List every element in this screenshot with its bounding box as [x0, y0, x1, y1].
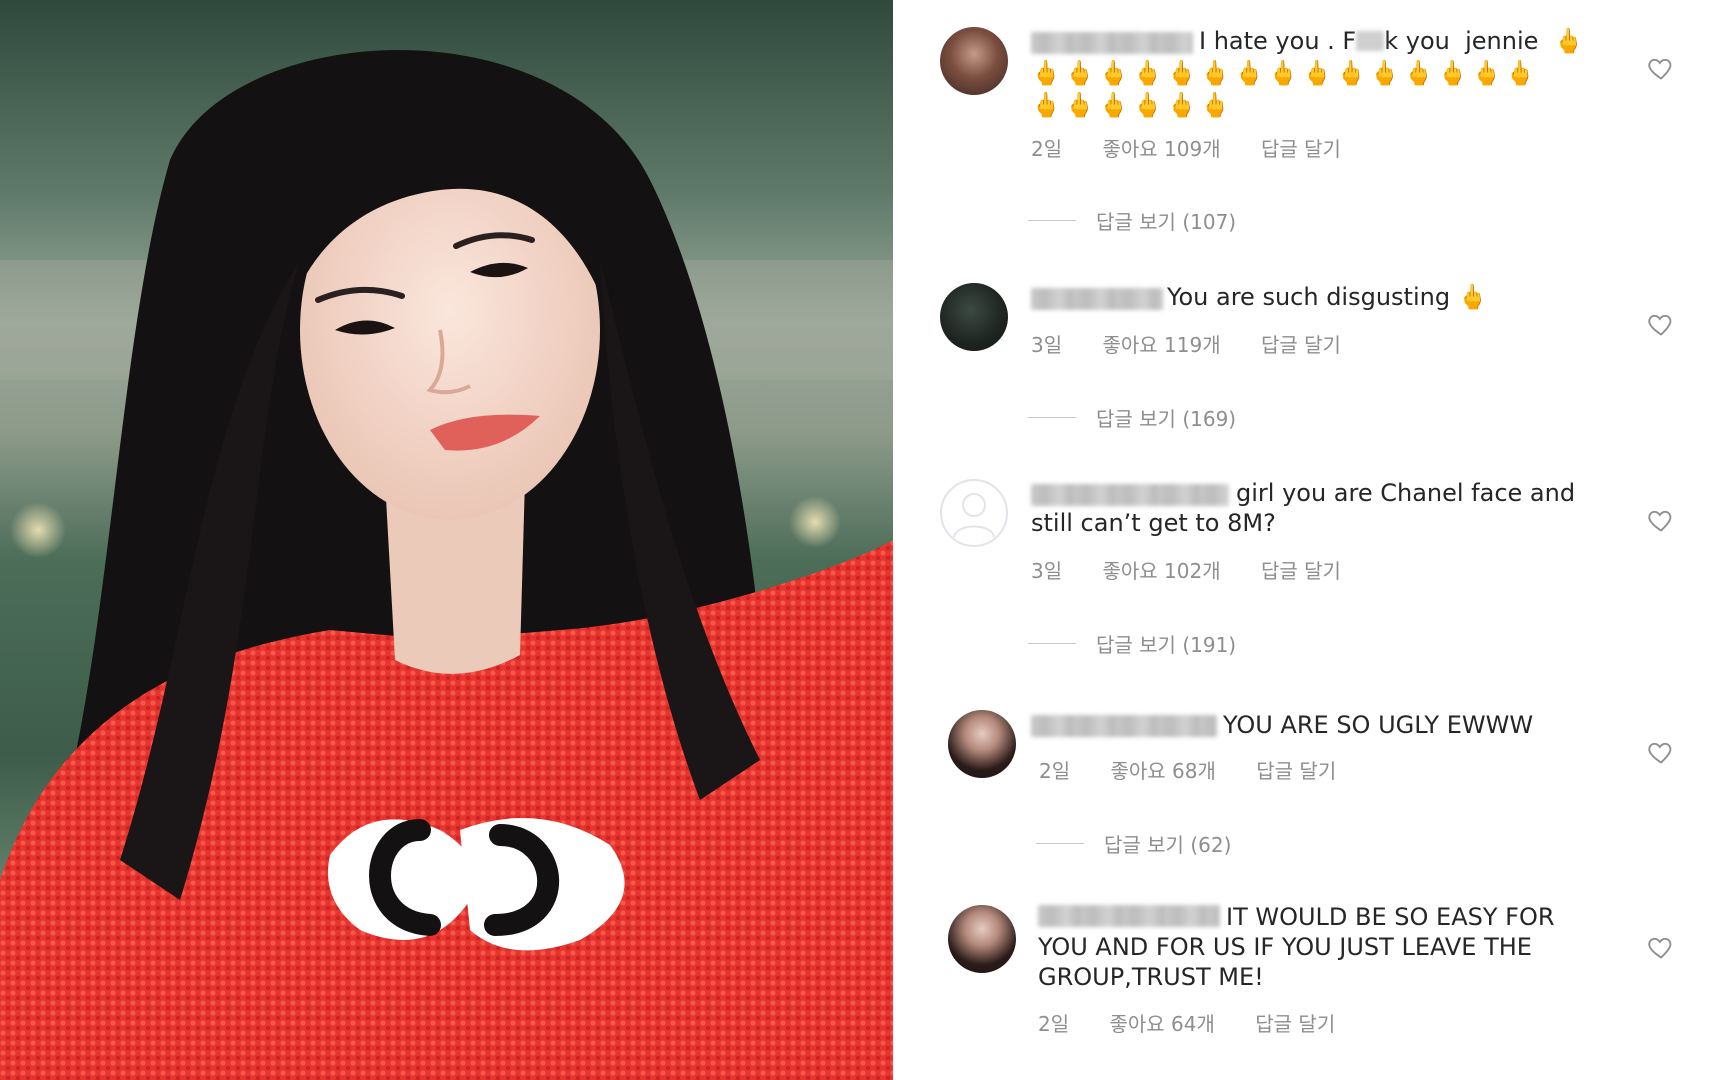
reply-button[interactable]: 답글 달기	[1261, 555, 1341, 584]
heart-icon[interactable]	[1647, 310, 1675, 338]
like-count[interactable]: 좋아요 68개	[1110, 755, 1215, 784]
emoji-line: 🖕🖕🖕🖕🖕🖕	[1031, 91, 1235, 119]
blurred-username[interactable]	[1031, 484, 1229, 506]
comment-meta: 2일 좋아요 109개 답글 달기	[1031, 133, 1375, 162]
view-replies[interactable]: 답글 보기 (62)	[1036, 829, 1231, 858]
chanel-logo	[328, 818, 625, 951]
divider	[1036, 843, 1084, 844]
reply-button[interactable]: 답글 달기	[1255, 1008, 1335, 1037]
comment-text-line: GROUP,TRUST ME!	[1038, 963, 1264, 991]
default-avatar-icon[interactable]	[940, 479, 1008, 547]
reply-button[interactable]: 답글 달기	[1261, 133, 1341, 162]
celebrity-photo	[0, 0, 893, 1080]
emoji-line: 🖕🖕🖕🖕🖕🖕🖕🖕🖕🖕🖕🖕🖕🖕🖕	[1031, 59, 1540, 87]
user-avatar[interactable]	[948, 905, 1016, 973]
comment-time: 2일	[1039, 759, 1071, 783]
user-avatar[interactable]	[940, 27, 1008, 95]
like-count[interactable]: 좋아요 64개	[1109, 1008, 1214, 1037]
view-replies-label[interactable]: 답글 보기 (107)	[1096, 206, 1236, 235]
comment-text: You are such disgusting 🖕	[1167, 283, 1488, 311]
view-replies[interactable]: 답글 보기 (191)	[1028, 629, 1236, 658]
comment-text: YOU ARE SO UGLY EWWW	[1223, 711, 1534, 739]
divider	[1028, 643, 1076, 644]
heart-icon[interactable]	[1647, 933, 1675, 961]
like-count[interactable]: 좋아요 102개	[1102, 555, 1220, 584]
comment-list: I hate you . Fk you jennie 🖕 🖕🖕🖕🖕🖕🖕🖕🖕🖕🖕🖕…	[893, 0, 1728, 1080]
divider	[1028, 417, 1076, 418]
comment-meta: 2일 좋아요 68개 답글 달기	[1039, 755, 1370, 784]
view-replies-label[interactable]: 답글 보기 (169)	[1096, 403, 1236, 432]
comment-meta: 3일 좋아요 119개 답글 달기	[1031, 329, 1375, 358]
comment-time: 3일	[1031, 333, 1063, 357]
comment-text-line: YOU AND FOR US IF YOU JUST LEAVE THE	[1038, 933, 1532, 961]
blurred-username[interactable]	[1031, 715, 1217, 737]
blurred-username[interactable]	[1038, 905, 1220, 927]
user-avatar[interactable]	[940, 283, 1008, 351]
like-count[interactable]: 좋아요 109개	[1102, 133, 1220, 162]
comment-time: 3일	[1031, 559, 1063, 583]
reply-button[interactable]: 답글 달기	[1261, 329, 1341, 358]
reply-button[interactable]: 답글 달기	[1256, 755, 1336, 784]
like-count[interactable]: 좋아요 119개	[1102, 329, 1220, 358]
user-avatar[interactable]	[948, 710, 1016, 778]
blurred-username[interactable]	[1031, 288, 1163, 310]
comment-text: girl you are Chanel face and	[1236, 479, 1576, 507]
view-replies[interactable]: 답글 보기 (107)	[1028, 206, 1236, 235]
comment-text: IT WOULD BE SO EASY FOR	[1226, 903, 1555, 931]
view-replies[interactable]: 답글 보기 (169)	[1028, 403, 1236, 432]
comment-time: 2일	[1031, 137, 1063, 161]
photo-illustration	[0, 50, 893, 1080]
comment-text-line: still can’t get to 8M?	[1031, 509, 1276, 537]
comment-text: I hate you . Fk you jennie 🖕	[1199, 27, 1584, 55]
view-replies-label[interactable]: 답글 보기 (191)	[1096, 629, 1236, 658]
heart-icon[interactable]	[1647, 54, 1675, 82]
censor-blur	[1356, 31, 1385, 51]
comment-meta: 3일 좋아요 102개 답글 달기	[1031, 555, 1375, 584]
comment-time: 2일	[1038, 1012, 1070, 1036]
divider	[1028, 220, 1076, 221]
heart-icon[interactable]	[1647, 738, 1675, 766]
person-icon	[953, 493, 995, 538]
view-replies-label[interactable]: 답글 보기 (62)	[1104, 829, 1231, 858]
blurred-username[interactable]	[1031, 32, 1193, 54]
comment-meta: 2일 좋아요 64개 답글 달기	[1038, 1008, 1369, 1037]
heart-icon[interactable]	[1647, 506, 1675, 534]
